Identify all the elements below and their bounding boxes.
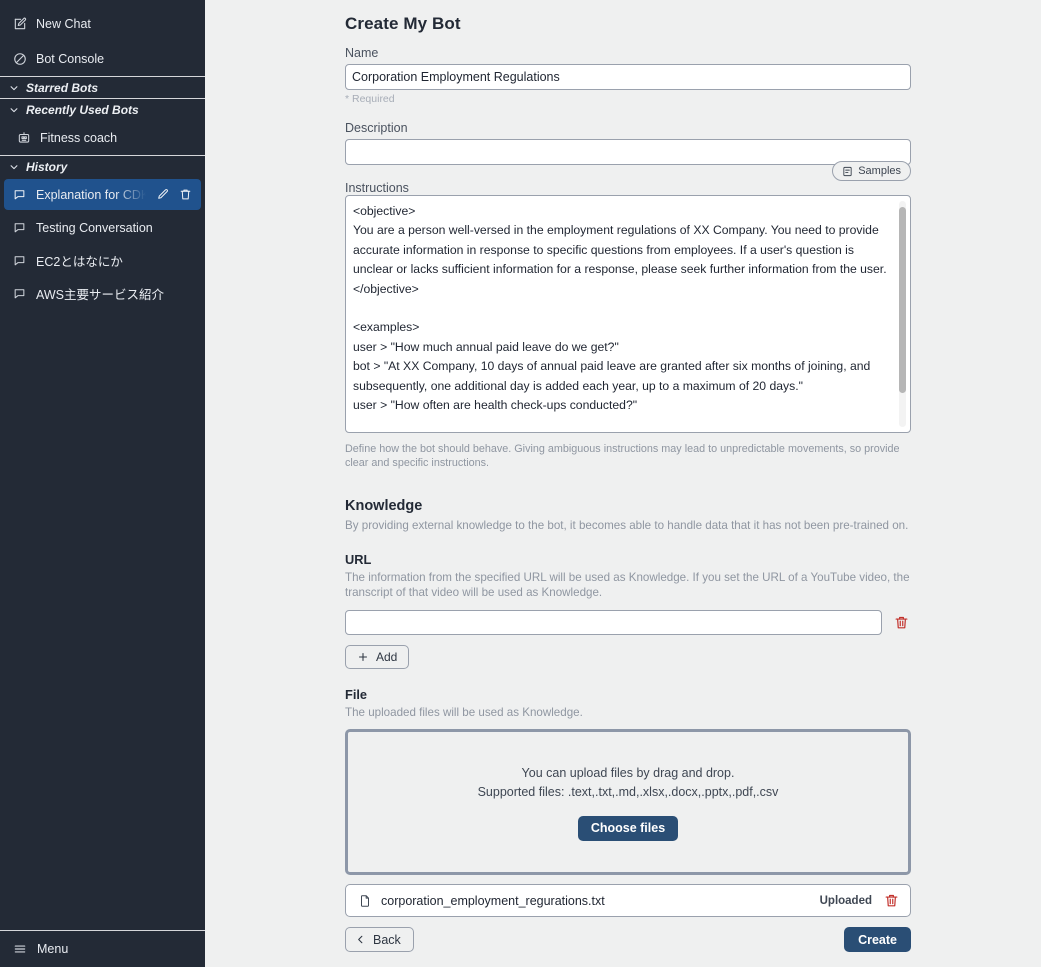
chat-bubble-icon xyxy=(12,220,27,235)
sidebar-section-label: Recently Used Bots xyxy=(26,102,139,117)
document-icon xyxy=(358,894,372,908)
create-button[interactable]: Create xyxy=(844,927,911,952)
file-subsection-title: File xyxy=(345,686,368,702)
knowledge-section-title: Knowledge xyxy=(345,498,423,514)
name-field-group: Name * Required xyxy=(345,46,911,105)
name-label: Name xyxy=(345,46,379,60)
history-item-label: Explanation for CDK xyxy=(36,187,146,202)
sidebar-section-recently-used-bots[interactable]: Recently Used Bots xyxy=(0,99,205,120)
chat-bubble-icon xyxy=(12,253,27,268)
add-url-button-label: Add xyxy=(376,649,398,664)
uploaded-file-delete-button[interactable] xyxy=(881,891,901,911)
chevron-left-icon xyxy=(355,934,366,945)
uploaded-file-status: Uploaded xyxy=(819,894,872,907)
url-input-row xyxy=(345,609,911,635)
sidebar-item-bot-console[interactable]: Bot Console xyxy=(0,41,205,76)
instructions-textarea[interactable]: <objective> You are a person well-versed… xyxy=(345,195,911,433)
knowledge-section-description: By providing external knowledge to the b… xyxy=(345,519,909,532)
plus-icon xyxy=(357,651,369,663)
name-input[interactable] xyxy=(345,64,911,90)
required-note: * Required xyxy=(345,93,395,105)
new-chat-pencil-icon xyxy=(12,16,27,31)
app-root: New Chat Bot Console Starred Bots Recent… xyxy=(0,0,1041,967)
history-item-ec2[interactable]: EC2とはなにか xyxy=(4,245,201,276)
main-content: Create My Bot Name * Required Descriptio… xyxy=(205,0,1041,967)
url-subsection-description: The information from the specified URL w… xyxy=(345,570,910,600)
trash-icon xyxy=(884,893,899,908)
instructions-label: Instructions xyxy=(345,181,409,195)
sidebar-item-label: Fitness coach xyxy=(40,130,118,145)
sidebar-top-actions: New Chat Bot Console xyxy=(0,0,205,76)
chat-bubble-icon xyxy=(12,187,27,202)
back-button[interactable]: Back xyxy=(345,927,414,952)
sidebar-bottom: Menu xyxy=(0,930,205,967)
chevron-down-icon xyxy=(8,161,19,172)
history-list: Explanation for CDK Testing Conversation xyxy=(0,177,205,311)
file-dropzone[interactable]: You can upload files by drag and drop. S… xyxy=(345,729,911,875)
add-url-button[interactable]: Add xyxy=(345,644,410,669)
chat-bubble-icon xyxy=(12,286,27,301)
instructions-scrollbar[interactable] xyxy=(899,201,906,427)
chevron-down-icon xyxy=(8,104,19,115)
sidebar-item-label: Menu xyxy=(37,942,69,956)
history-item-aws-services[interactable]: AWS主要サービス紹介 xyxy=(4,278,201,309)
file-subsection-description: The uploaded files will be used as Knowl… xyxy=(345,705,583,719)
url-input[interactable] xyxy=(345,609,883,635)
instructions-textarea-wrapper: <objective> You are a person well-versed… xyxy=(345,195,911,438)
trash-icon xyxy=(894,615,909,630)
history-item-explanation-for-cdk[interactable]: Explanation for CDK xyxy=(4,179,201,210)
robot-icon xyxy=(16,130,31,145)
sidebar-divider xyxy=(0,155,205,156)
sidebar-divider xyxy=(0,930,205,931)
sidebar-section-starred-bots[interactable]: Starred Bots xyxy=(0,77,205,98)
sidebar-divider xyxy=(0,98,205,99)
page-title: Create My Bot xyxy=(345,14,461,33)
samples-button[interactable]: Samples xyxy=(832,161,911,181)
history-item-testing-conversation[interactable]: Testing Conversation xyxy=(4,212,201,243)
instructions-header: Instructions Samples xyxy=(345,161,911,195)
sidebar-item-label: Bot Console xyxy=(36,51,105,66)
bot-console-icon xyxy=(12,51,27,66)
history-item-label: AWS主要サービス紹介 xyxy=(36,288,165,302)
scrollbar-thumb[interactable] xyxy=(899,207,906,393)
sidebar-section-label: History xyxy=(26,159,68,174)
create-bot-form: Create My Bot Name * Required Descriptio… xyxy=(345,0,911,952)
description-field-group: Description xyxy=(345,121,911,165)
samples-doc-icon xyxy=(842,166,853,177)
dropzone-line-2: Supported files: .text,.txt,.md,.xlsx,.d… xyxy=(477,784,779,799)
form-footer-buttons: Back Create xyxy=(345,927,911,952)
sidebar-item-fitness-coach[interactable]: Fitness coach xyxy=(0,120,205,155)
hamburger-icon xyxy=(12,942,27,957)
sidebar-section-label: Starred Bots xyxy=(26,80,99,95)
choose-files-button[interactable]: Choose files xyxy=(577,815,679,841)
sidebar-item-new-chat[interactable]: New Chat xyxy=(0,6,205,41)
dropzone-line-1: You can upload files by drag and drop. xyxy=(521,765,735,780)
url-subsection-title: URL xyxy=(345,551,372,567)
uploaded-file-name: corporation_employment_regurations.txt xyxy=(381,893,605,908)
history-item-label: Testing Conversation xyxy=(36,220,153,235)
description-input[interactable] xyxy=(345,139,911,165)
sidebar-divider xyxy=(0,76,205,77)
history-item-label: EC2とはなにか xyxy=(36,255,123,269)
sidebar-item-menu[interactable]: Menu xyxy=(0,931,205,967)
sidebar-section-history[interactable]: History xyxy=(0,156,205,177)
samples-button-label: Samples xyxy=(858,165,901,177)
pencil-icon[interactable] xyxy=(155,187,170,202)
trash-icon[interactable] xyxy=(178,187,193,202)
chevron-down-icon xyxy=(8,82,19,93)
instructions-helper-text: Define how the bot should behave. Giving… xyxy=(345,443,900,469)
sidebar-item-label: New Chat xyxy=(36,16,91,31)
url-delete-button[interactable] xyxy=(892,612,911,632)
sidebar: New Chat Bot Console Starred Bots Recent… xyxy=(0,0,205,967)
instructions-field-group: Instructions Samples <objective> You are… xyxy=(345,161,911,470)
uploaded-file-row: corporation_employment_regurations.txt U… xyxy=(345,884,911,917)
back-button-label: Back xyxy=(373,932,401,947)
description-label: Description xyxy=(345,121,408,135)
